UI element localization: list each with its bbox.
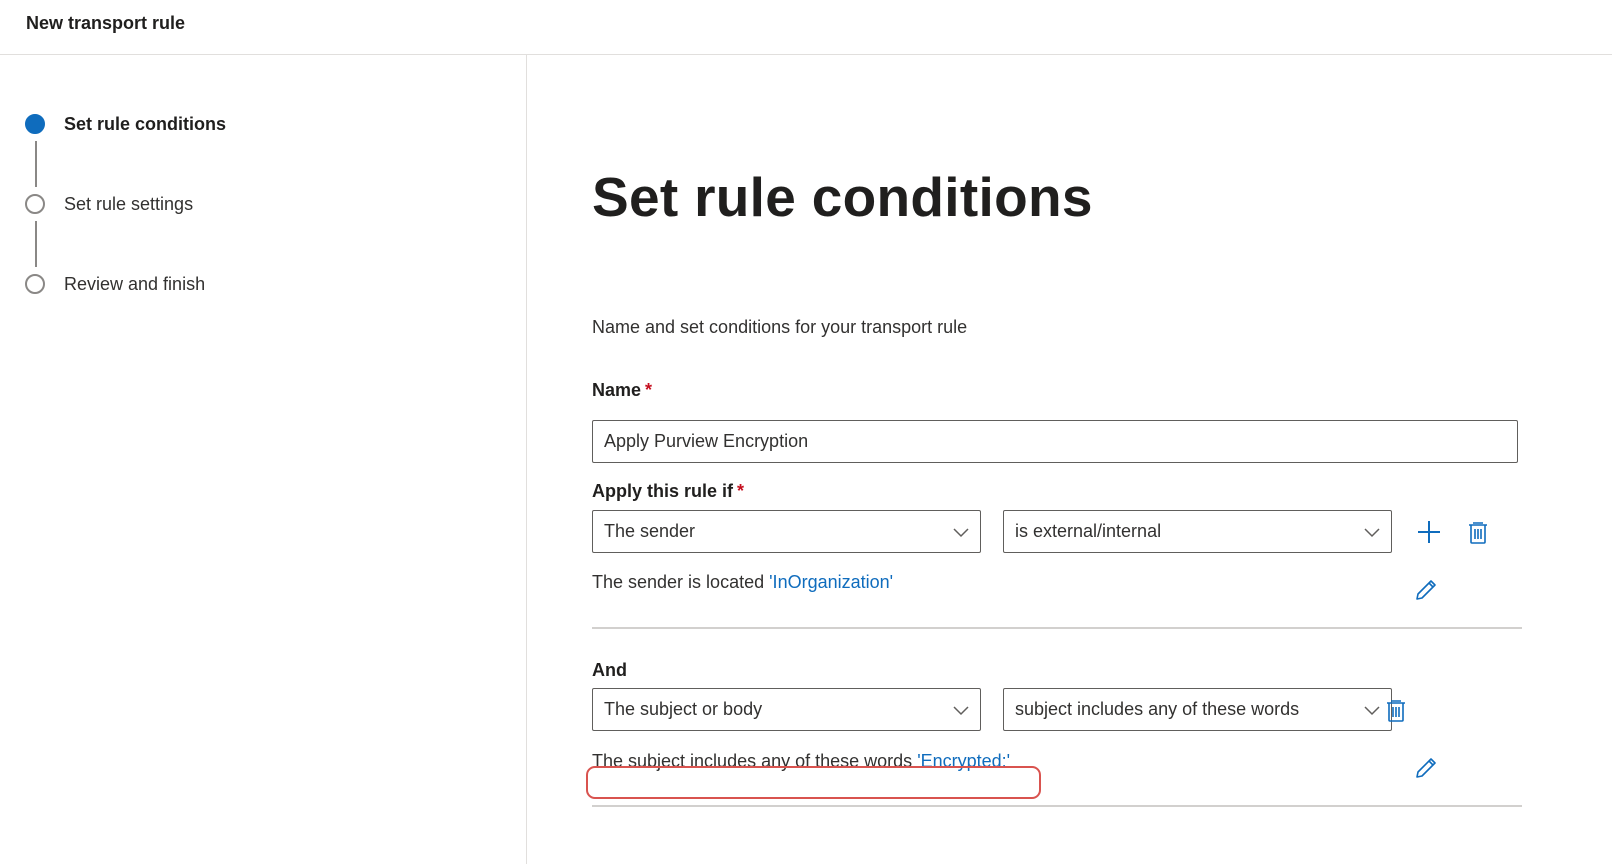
condition-property-dropdown[interactable]: The sender — [592, 510, 981, 553]
step-label: Set rule conditions — [64, 114, 227, 134]
name-field-label: Name * — [592, 380, 652, 401]
condition-value-link[interactable]: 'InOrganization' — [769, 572, 893, 592]
condition-operator-dropdown[interactable]: is external/internal — [1003, 510, 1392, 553]
chevron-down-icon — [1364, 528, 1380, 538]
chevron-down-icon — [953, 528, 969, 538]
edit-and-condition-icon[interactable] — [1412, 754, 1440, 782]
and-condition-property-dropdown[interactable]: The subject or body — [592, 688, 981, 731]
required-marker: * — [645, 380, 653, 400]
add-condition-icon[interactable] — [1415, 518, 1443, 546]
required-marker: * — [737, 481, 745, 501]
edit-condition-icon[interactable] — [1412, 576, 1440, 604]
delete-and-condition-icon[interactable] — [1382, 696, 1410, 724]
header-bar: New transport rule — [0, 0, 1612, 55]
condition-summary: The sender is located 'InOrganization' — [592, 572, 893, 593]
step-active-indicator-icon — [25, 114, 45, 134]
page-subtitle: Name and set conditions for your transpo… — [592, 317, 968, 337]
dropdown-selected-value: is external/internal — [1015, 521, 1162, 541]
highlight-annotation — [586, 766, 1041, 799]
step-label: Review and finish — [64, 274, 206, 294]
dropdown-selected-value: The sender — [604, 521, 696, 541]
dropdown-selected-value: subject includes any of these words — [1015, 699, 1300, 719]
dropdown-selected-value: The subject or body — [604, 699, 763, 719]
step-label: Set rule settings — [64, 194, 194, 214]
chevron-down-icon — [1364, 706, 1380, 716]
wizard-title: New transport rule — [26, 13, 186, 33]
apply-rule-if-label: Apply this rule if * — [592, 481, 744, 502]
wizard-stepper: Set rule conditions Set rule settings Re… — [0, 55, 527, 864]
apply-rule-if-label-text: Apply this rule if — [592, 481, 734, 501]
delete-condition-icon[interactable] — [1464, 518, 1492, 546]
step-connector — [35, 141, 37, 187]
rule-name-input[interactable] — [592, 420, 1518, 463]
step-pending-indicator-icon — [25, 194, 45, 214]
chevron-down-icon — [953, 706, 969, 716]
condition-summary-text: The sender is located — [592, 572, 765, 592]
step-connector — [35, 221, 37, 267]
section-divider — [592, 627, 1522, 629]
section-divider — [592, 805, 1522, 807]
main-panel: Set rule conditions Name and set conditi… — [527, 55, 1612, 864]
step-pending-indicator-icon — [25, 274, 45, 294]
name-label-text: Name — [592, 380, 642, 400]
and-condition-operator-dropdown[interactable]: subject includes any of these words — [1003, 688, 1392, 731]
and-label: And — [592, 660, 627, 680]
page-title: Set rule conditions — [592, 166, 1093, 228]
